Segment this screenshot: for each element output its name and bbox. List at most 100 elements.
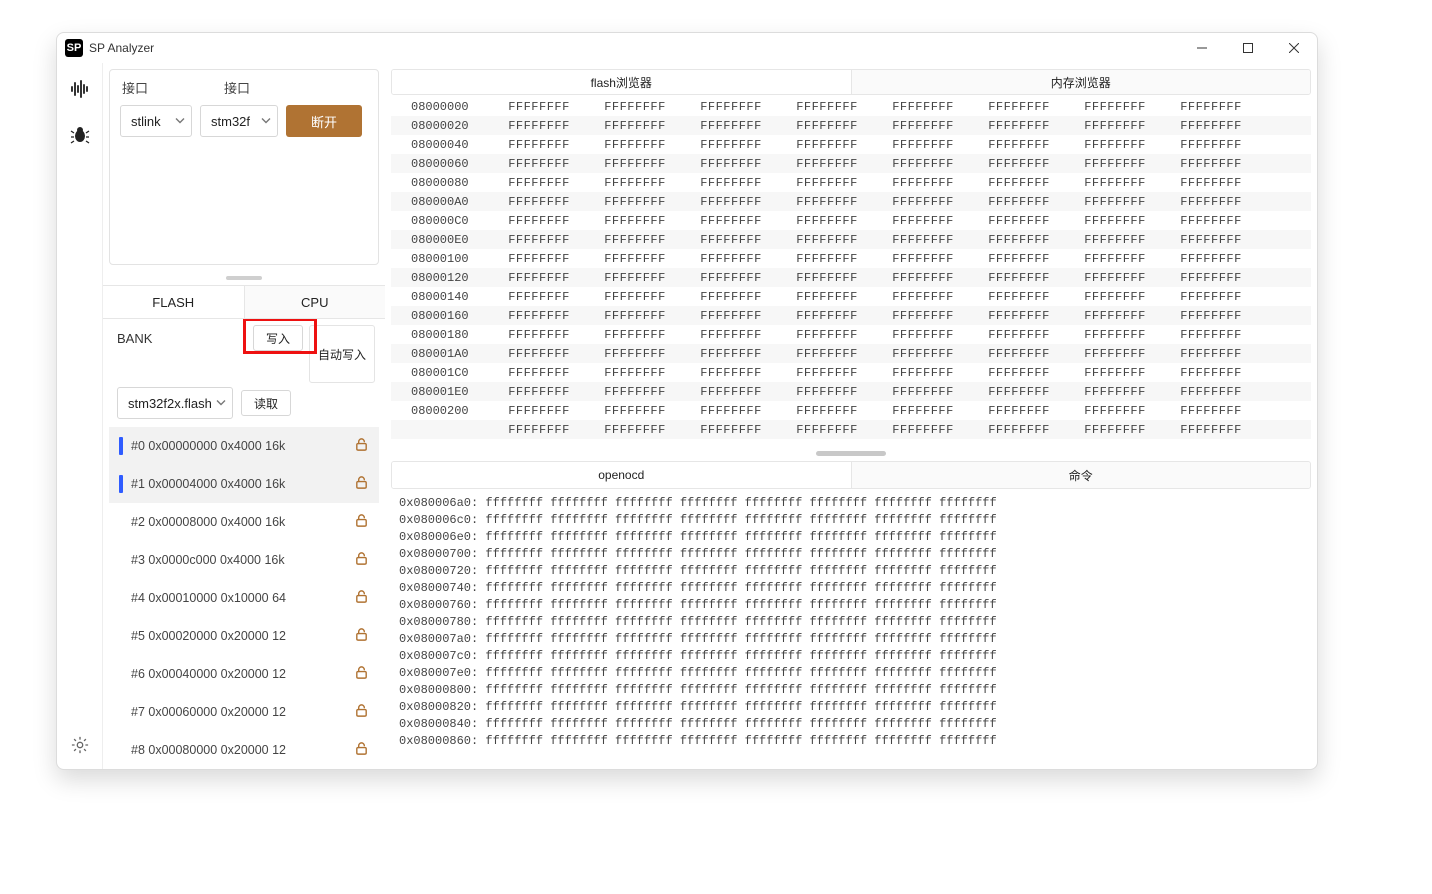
hex-cell: FFFFFFFF bbox=[779, 157, 875, 171]
hex-cell: FFFFFFFF bbox=[875, 176, 971, 190]
hex-cell: FFFFFFFF bbox=[491, 404, 587, 418]
sector-text: #3 0x0000c000 0x4000 16k bbox=[131, 553, 346, 567]
unlock-icon bbox=[354, 437, 369, 455]
hex-cell: FFFFFFFF bbox=[491, 252, 587, 266]
read-button[interactable]: 读取 bbox=[241, 390, 291, 416]
minimize-button[interactable] bbox=[1179, 33, 1225, 63]
hex-cell: FFFFFFFF bbox=[1163, 423, 1259, 437]
hex-cell: FFFFFFFF bbox=[875, 233, 971, 247]
hex-cell: FFFFFFFF bbox=[779, 119, 875, 133]
hex-view[interactable]: 08000000FFFFFFFFFFFFFFFFFFFFFFFFFFFFFFFF… bbox=[391, 97, 1311, 449]
hex-cell: FFFFFFFF bbox=[587, 385, 683, 399]
hex-row: FFFFFFFFFFFFFFFFFFFFFFFFFFFFFFFFFFFFFFFF… bbox=[391, 420, 1311, 439]
hex-cell: FFFFFFFF bbox=[491, 385, 587, 399]
titlebar: SP SP Analyzer bbox=[57, 33, 1317, 63]
hex-address: 08000140 bbox=[411, 290, 491, 304]
hex-cell: FFFFFFFF bbox=[491, 100, 587, 114]
wave-icon[interactable] bbox=[66, 75, 94, 103]
bug-icon[interactable] bbox=[66, 121, 94, 149]
hex-cell: FFFFFFFF bbox=[683, 309, 779, 323]
close-button[interactable] bbox=[1271, 33, 1317, 63]
hex-cell: FFFFFFFF bbox=[779, 176, 875, 190]
hex-cell: FFFFFFFF bbox=[491, 138, 587, 152]
sector-list[interactable]: #0 0x00000000 0x4000 16k#1 0x00004000 0x… bbox=[109, 427, 379, 769]
hex-cell: FFFFFFFF bbox=[1067, 271, 1163, 285]
hex-row: 08000060FFFFFFFFFFFFFFFFFFFFFFFFFFFFFFFF… bbox=[391, 154, 1311, 173]
unlock-icon bbox=[354, 627, 369, 645]
hex-scroll-indicator[interactable] bbox=[385, 449, 1317, 457]
hex-cell: FFFFFFFF bbox=[491, 233, 587, 247]
settings-icon[interactable] bbox=[66, 731, 94, 759]
sector-row[interactable]: #6 0x00040000 0x20000 12 bbox=[109, 655, 379, 693]
hex-cell: FFFFFFFF bbox=[971, 404, 1067, 418]
hex-cell: FFFFFFFF bbox=[971, 385, 1067, 399]
log-output[interactable]: 0x080006a0: ffffffff ffffffff ffffffff f… bbox=[391, 491, 1311, 763]
hex-cell: FFFFFFFF bbox=[587, 119, 683, 133]
sector-row[interactable]: #2 0x00008000 0x4000 16k bbox=[109, 503, 379, 541]
maximize-button[interactable] bbox=[1225, 33, 1271, 63]
hex-cell: FFFFFFFF bbox=[1067, 328, 1163, 342]
split-handle[interactable] bbox=[103, 271, 385, 285]
hex-cell: FFFFFFFF bbox=[683, 138, 779, 152]
selection-bar bbox=[119, 475, 123, 493]
log-line: 0x080006a0: ffffffff ffffffff ffffffff f… bbox=[399, 495, 1303, 512]
hex-cell: FFFFFFFF bbox=[875, 157, 971, 171]
hex-cell: FFFFFFFF bbox=[1067, 195, 1163, 209]
sector-row[interactable]: #5 0x00020000 0x20000 12 bbox=[109, 617, 379, 655]
sector-text: #5 0x00020000 0x20000 12 bbox=[131, 629, 346, 643]
hex-cell: FFFFFFFF bbox=[1163, 176, 1259, 190]
tab-memory-viewer[interactable]: 内存浏览器 bbox=[851, 70, 1311, 94]
hex-cell: FFFFFFFF bbox=[1163, 195, 1259, 209]
hex-cell: FFFFFFFF bbox=[1163, 309, 1259, 323]
hex-cell: FFFFFFFF bbox=[1163, 214, 1259, 228]
hex-cell: FFFFFFFF bbox=[587, 138, 683, 152]
hex-cell: FFFFFFFF bbox=[971, 347, 1067, 361]
sector-row[interactable]: #4 0x00010000 0x10000 64 bbox=[109, 579, 379, 617]
hex-address: 080001C0 bbox=[411, 366, 491, 380]
sector-row[interactable]: #8 0x00080000 0x20000 12 bbox=[109, 731, 379, 769]
hex-cell: FFFFFFFF bbox=[875, 195, 971, 209]
sector-text: #2 0x00008000 0x4000 16k bbox=[131, 515, 346, 529]
hex-cell: FFFFFFFF bbox=[875, 252, 971, 266]
interface-select[interactable]: stlink bbox=[120, 105, 192, 137]
target-select[interactable]: stm32f bbox=[200, 105, 278, 137]
hex-address: 08000160 bbox=[411, 309, 491, 323]
app-title: SP Analyzer bbox=[89, 41, 154, 55]
bank-select[interactable]: stm32f2x.flash bbox=[117, 387, 233, 419]
app-icon: SP bbox=[65, 39, 83, 57]
hex-cell: FFFFFFFF bbox=[971, 195, 1067, 209]
tab-command[interactable]: 命令 bbox=[851, 462, 1311, 488]
left-tabs: FLASH CPU bbox=[103, 285, 385, 319]
log-line: 0x08000840: ffffffff ffffffff ffffffff f… bbox=[399, 716, 1303, 733]
write-highlight bbox=[243, 319, 317, 354]
log-line: 0x08000780: ffffffff ffffffff ffffffff f… bbox=[399, 614, 1303, 631]
log-line: 0x08000700: ffffffff ffffffff ffffffff f… bbox=[399, 546, 1303, 563]
unlock-icon bbox=[354, 475, 369, 493]
sector-row[interactable]: #7 0x00060000 0x20000 12 bbox=[109, 693, 379, 731]
auto-write-button[interactable]: 自动写入 bbox=[309, 325, 375, 383]
sector-row[interactable]: #3 0x0000c000 0x4000 16k bbox=[109, 541, 379, 579]
hex-cell: FFFFFFFF bbox=[587, 290, 683, 304]
sector-text: #6 0x00040000 0x20000 12 bbox=[131, 667, 346, 681]
tab-cpu[interactable]: CPU bbox=[244, 285, 386, 319]
hex-address: 08000100 bbox=[411, 252, 491, 266]
chevron-down-icon bbox=[216, 396, 226, 411]
unlock-icon bbox=[354, 513, 369, 531]
hex-cell: FFFFFFFF bbox=[491, 214, 587, 228]
hex-cell: FFFFFFFF bbox=[779, 233, 875, 247]
unlock-icon bbox=[354, 703, 369, 721]
sector-row[interactable]: #1 0x00004000 0x4000 16k bbox=[109, 465, 379, 503]
sector-row[interactable]: #0 0x00000000 0x4000 16k bbox=[109, 427, 379, 465]
hex-address: 08000180 bbox=[411, 328, 491, 342]
hex-cell: FFFFFFFF bbox=[875, 309, 971, 323]
tab-openocd[interactable]: openocd bbox=[392, 462, 851, 488]
hex-cell: FFFFFFFF bbox=[683, 214, 779, 228]
log-line: 0x080007e0: ffffffff ffffffff ffffffff f… bbox=[399, 665, 1303, 682]
disconnect-button[interactable]: 断开 bbox=[286, 105, 362, 137]
tab-flash[interactable]: FLASH bbox=[103, 285, 244, 319]
hex-row: 08000140FFFFFFFFFFFFFFFFFFFFFFFFFFFFFFFF… bbox=[391, 287, 1311, 306]
hex-cell: FFFFFFFF bbox=[971, 119, 1067, 133]
hex-cell: FFFFFFFF bbox=[683, 347, 779, 361]
tab-flash-viewer[interactable]: flash浏览器 bbox=[392, 70, 851, 94]
hex-cell: FFFFFFFF bbox=[1067, 119, 1163, 133]
